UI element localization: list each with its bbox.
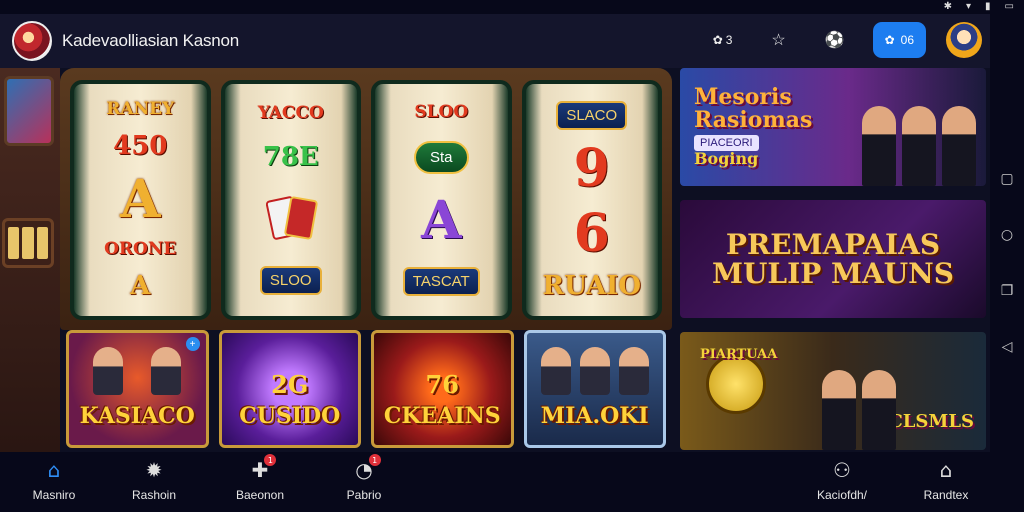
- reel-symbol: YACCO: [257, 103, 324, 123]
- characters-image: [537, 347, 654, 407]
- reel-symbol: Sta: [413, 141, 469, 175]
- slot-machine[interactable]: RANEY 450 A ORONE A YACCO 78E SLOO SLOO …: [60, 68, 672, 330]
- bluetooth-icon: ✱: [943, 1, 952, 12]
- side-slot-machine: [0, 68, 60, 452]
- reel-symbol: SLACO: [556, 100, 628, 130]
- signal-icon: ▮: [985, 1, 991, 12]
- back-icon[interactable]: ◁: [998, 338, 1016, 356]
- promo-title: MULIP MAUNS: [712, 257, 954, 290]
- status-bar: ✱ ▾ ▮ ▭: [0, 0, 1024, 14]
- nav-label: Baeonon: [235, 488, 285, 502]
- game-tile[interactable]: MIA.OKI: [523, 330, 666, 448]
- nav-item-chat[interactable]: ◔ 1 Pabrio: [324, 454, 404, 502]
- reel-symbol: SLOO: [414, 102, 469, 123]
- system-nav: ▢ ○ ❐ ◁: [990, 14, 1024, 512]
- favorites-button[interactable]: ☆: [761, 22, 797, 58]
- app-logo[interactable]: [12, 21, 52, 61]
- reel-symbol: RANEY: [106, 99, 175, 120]
- reel-symbol: 78E: [262, 142, 319, 172]
- circle-icon[interactable]: ○: [998, 226, 1016, 244]
- nav-label: Pabrio: [346, 488, 382, 502]
- promo-banner[interactable]: PIARTUAA CLSMLS: [680, 332, 986, 450]
- nav-item-settings[interactable]: ✹ Rashoin: [114, 458, 194, 502]
- settings-icon: ✹: [145, 458, 163, 482]
- balance-button[interactable]: ✿ 06: [872, 22, 926, 58]
- reel-3: SLOO Sta A TASCAT: [371, 80, 512, 320]
- nav-item-store[interactable]: ⌂ Randtex: [906, 458, 986, 502]
- gear-icon: ✿: [712, 33, 723, 47]
- side-machine-reels: [2, 218, 54, 268]
- square-icon[interactable]: ▢: [998, 170, 1016, 188]
- side-machine-screen: [4, 76, 54, 146]
- battery-icon: ▭: [1004, 1, 1014, 12]
- gift-icon: ✚ 1: [252, 454, 277, 482]
- reel-4: SLACO 9 6 RUAIO: [521, 80, 662, 320]
- promo-title: PREMAPAIAS: [725, 227, 941, 261]
- home-icon: ⌂: [47, 458, 61, 482]
- characters-image: [822, 370, 896, 450]
- characters-image: [862, 106, 976, 186]
- wifi-icon: ▾: [966, 1, 972, 12]
- notification-badge: 1: [368, 454, 381, 466]
- promo-column: Mesoris Rasiomas PIACEORI Boging PREMAPA…: [680, 68, 986, 452]
- reel-2: YACCO 78E SLOO: [220, 80, 361, 320]
- reel-symbol: 9: [573, 137, 610, 199]
- reel-symbol: SLOO: [259, 266, 322, 295]
- game-tile-label: CKEAINS: [383, 403, 501, 429]
- reel-symbol: ORONE: [104, 238, 177, 259]
- rewards-button[interactable]: ✿ 3: [705, 22, 741, 58]
- recent-apps-icon[interactable]: ❐: [998, 282, 1016, 300]
- notification-badge: 1: [264, 454, 277, 466]
- game-tile-top: 76: [425, 370, 459, 399]
- rewards-count: 3: [725, 33, 733, 47]
- top-bar: Kadevaolliasian Kasnon ✿ 3 ☆ ⚽ ✿ 06: [0, 14, 990, 68]
- cards-icon: [261, 192, 321, 244]
- promo-title: CLSMLS: [888, 411, 974, 433]
- avatar[interactable]: [946, 22, 982, 58]
- characters-image: [79, 347, 196, 407]
- reel-symbol: A: [421, 189, 462, 251]
- soccer-button[interactable]: ⚽: [817, 22, 853, 58]
- reel-symbol: 450: [113, 131, 168, 162]
- nav-item-gift[interactable]: ✚ 1 Baeonon: [220, 454, 300, 502]
- nav-label: Masniro: [32, 488, 76, 502]
- reel-symbol: RUAIO: [542, 271, 641, 302]
- profile-icon: ⚇: [833, 458, 851, 482]
- store-icon: ⌂: [939, 458, 953, 482]
- reel-symbol: 6: [573, 203, 610, 265]
- star-icon: ☆: [771, 32, 786, 49]
- nav-label: Kaciofdh/: [816, 488, 868, 502]
- reel-symbol: A: [130, 270, 151, 301]
- game-tile-label: CUSIDO: [239, 403, 341, 429]
- reel-symbol: A: [120, 168, 161, 230]
- ball-icon: ⚽: [824, 32, 845, 49]
- coins-icon: ✿: [884, 33, 895, 47]
- game-tile[interactable]: 2G CUSIDO: [218, 330, 361, 448]
- app-title: Kadevaolliasian Kasnon: [62, 31, 240, 50]
- nav-item-home[interactable]: ⌂ Masniro: [14, 458, 94, 502]
- promo-banner[interactable]: Mesoris Rasiomas PIACEORI Boging: [680, 68, 986, 186]
- promo-banner[interactable]: PREMAPAIAS MULIP MAUNS: [680, 200, 986, 318]
- nav-label: Randtex: [923, 488, 969, 502]
- game-tile[interactable]: + KASIACO: [66, 330, 209, 448]
- nav-label: Rashoin: [131, 488, 177, 502]
- nav-item-profile[interactable]: ⚇ Kaciofdh/: [802, 458, 882, 502]
- chat-icon: ◔ 1: [355, 454, 381, 482]
- reel-symbol: TASCAT: [402, 266, 480, 296]
- game-tile-top: 2G: [271, 370, 309, 399]
- game-tiles: + KASIACO 2G CUSIDO 76 CKEAINS MIA.OKI: [66, 330, 666, 450]
- reel-1: RANEY 450 A ORONE A: [70, 80, 211, 320]
- bottom-nav: ⌂ Masniro ✹ Rashoin ✚ 1 Baeonon ◔ 1 Pabrio…: [0, 452, 990, 512]
- game-tile[interactable]: 76 CKEAINS: [371, 330, 514, 448]
- balance-value: 06: [900, 33, 914, 47]
